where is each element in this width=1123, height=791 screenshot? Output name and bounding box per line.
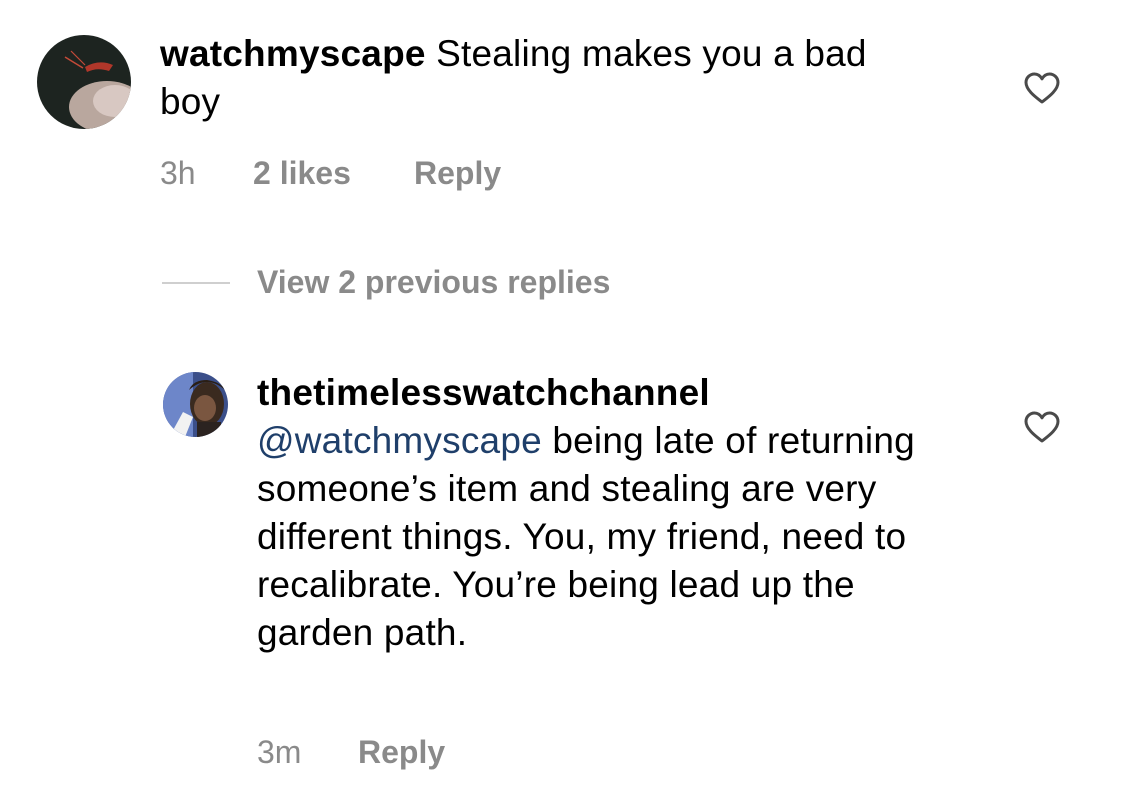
comment-username[interactable]: thetimelesswatchchannel — [257, 372, 710, 413]
avatar-thetimelesswatchchannel[interactable] — [163, 372, 228, 437]
avatar-watchmyscape[interactable] — [37, 35, 131, 129]
reply-button[interactable]: Reply — [358, 732, 445, 772]
avatar-image — [37, 35, 131, 129]
avatar-image — [163, 372, 228, 437]
replies-divider — [162, 282, 230, 284]
heart-outline-icon[interactable] — [1023, 410, 1061, 444]
reply-button[interactable]: Reply — [414, 153, 501, 193]
comment-username[interactable]: watchmyscape — [160, 33, 426, 74]
comment-text: watchmyscape Stealing makes you a bad bo… — [160, 30, 920, 126]
comment-text: thetimelesswatchchannel @watchmyscape be… — [257, 369, 957, 657]
view-replies-label[interactable]: View 2 previous replies — [257, 262, 610, 302]
comment-meta: 3m Reply — [257, 732, 557, 772]
mention-link[interactable]: @watchmyscape — [257, 420, 542, 461]
comment-meta: 3h 2 likes Reply — [160, 153, 660, 193]
comment-time: 3m — [257, 734, 302, 770]
heart-outline-icon[interactable] — [1023, 71, 1061, 105]
comment-time: 3h — [160, 155, 196, 191]
likes-count[interactable]: 2 likes — [253, 153, 351, 193]
